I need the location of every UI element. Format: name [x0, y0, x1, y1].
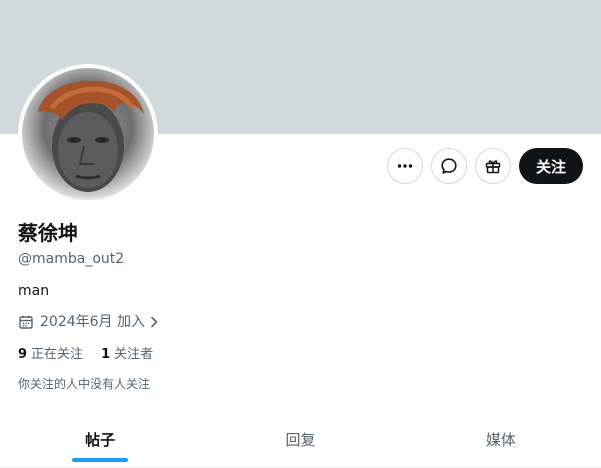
followers-label: 关注者 [114, 347, 154, 362]
following-link[interactable]: 9 正在关注 [18, 346, 83, 364]
followers-link[interactable]: 1 关注者 [101, 346, 153, 364]
following-count: 9 [18, 347, 28, 362]
bio-text: man [18, 283, 50, 299]
following-label: 正在关注 [31, 347, 84, 362]
user-handle: @mamba_out2 [18, 251, 125, 267]
tab-label: 回复 [285, 431, 316, 449]
gift-icon [485, 160, 501, 174]
more-button[interactable] [387, 148, 423, 184]
tab-label: 媒体 [485, 431, 516, 449]
avatar[interactable] [18, 64, 158, 204]
calendar-icon [19, 315, 33, 329]
follow-stats: 9 正在关注 1 关注者 [18, 346, 171, 364]
profile-tabs: 帖子 回复 媒体 [0, 412, 601, 468]
tab-posts[interactable]: 帖子 [0, 412, 200, 467]
mutuals-notice: 你关注的人中没有人关注 [18, 377, 151, 391]
chevron-right-icon [150, 316, 158, 328]
tab-media[interactable]: 媒体 [401, 412, 601, 467]
join-date-text: 2024年6月 加入 [40, 314, 145, 330]
tab-label: 帖子 [85, 431, 116, 449]
message-icon [441, 158, 457, 174]
display-name: 蔡徐坤 [18, 221, 78, 245]
followers-count: 1 [101, 347, 111, 362]
message-button[interactable] [431, 148, 467, 184]
avatar-image [22, 68, 154, 200]
gift-button[interactable] [475, 148, 511, 184]
more-icon [397, 164, 413, 168]
tab-replies[interactable]: 回复 [200, 412, 400, 467]
join-date[interactable]: 2024年6月 加入 [18, 313, 165, 331]
follow-button[interactable]: 关注 [519, 148, 583, 184]
active-tab-indicator [72, 458, 129, 462]
